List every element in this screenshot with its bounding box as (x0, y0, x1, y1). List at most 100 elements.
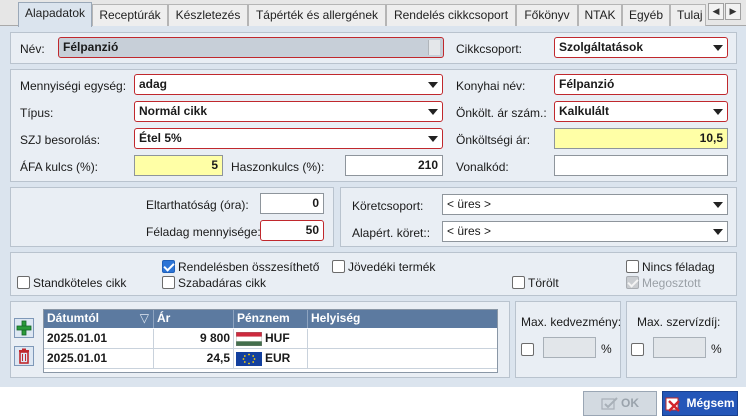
table-row-2-date[interactable]: 2025.01.01 (44, 349, 154, 369)
table-row-1-place[interactable] (308, 329, 497, 349)
deleted-label: Törölt (528, 276, 559, 290)
shared-label: Megosztott (642, 276, 701, 290)
standard-checkbox[interactable] (17, 276, 30, 289)
group-label: Cikkcsoport: (456, 42, 523, 56)
side-group-select[interactable]: < üres > (442, 194, 728, 215)
table-row-1-price[interactable]: 9 800 (154, 329, 234, 349)
col-date-header[interactable]: Dátumtól ▽ (44, 310, 154, 328)
type-label: Típus: (20, 106, 54, 120)
default-side-label: Alapért. köret:: (352, 226, 431, 240)
cancel-label: Mégsem (686, 396, 735, 410)
tab-rendeles-cikkcsoport[interactable]: Rendelés cikkcsoport (386, 4, 516, 26)
excise-checkbox[interactable] (332, 260, 345, 273)
summarize-checkbox[interactable] (162, 260, 175, 273)
chevron-down-icon (713, 229, 723, 235)
vat-label: ÁFA kulcs (%): (20, 160, 99, 174)
cost-price-input[interactable]: 10,5 (554, 128, 728, 149)
portion-qty-input[interactable]: 50 (260, 220, 324, 241)
tab-egyeb[interactable]: Egyéb (622, 4, 670, 26)
name-input[interactable]: Félpanzió (58, 37, 444, 58)
unit-value: adag (139, 77, 168, 91)
no-half-label: Nincs féladag (642, 260, 715, 274)
max-discount-label: Max. kedvezmény: (521, 315, 622, 329)
trash-icon (19, 348, 29, 364)
max-discount-unit: % (601, 342, 612, 356)
tab-alapadatok[interactable]: Alapadatok (18, 2, 92, 27)
tab-ntak[interactable]: NTAK (578, 4, 622, 26)
chevron-down-icon (428, 82, 438, 88)
eu-flag-icon (236, 351, 262, 366)
unit-label: Mennyiségi egység: (20, 79, 127, 93)
cost-calc-select[interactable]: Kalkulált (554, 101, 728, 122)
name-value: Félpanzió (63, 40, 119, 54)
price-grid: Dátumtól ▽ Ár Pénznem Helyiség 2025.01.0… (43, 309, 498, 373)
col-currency-header[interactable]: Pénznem (234, 310, 308, 328)
max-discount-checkbox[interactable] (521, 343, 534, 356)
checkmark-icon (601, 397, 618, 410)
kitchen-name-input[interactable]: Félpanzió (554, 74, 728, 95)
barcode-input[interactable] (554, 155, 728, 176)
chevron-down-icon (713, 45, 723, 51)
delete-price-button[interactable] (14, 346, 34, 366)
tab-next-button[interactable]: ▶ (725, 3, 741, 20)
chevron-right-icon: ▶ (729, 6, 737, 16)
max-service-unit: % (711, 342, 722, 356)
chevron-down-icon (713, 202, 723, 208)
ok-button[interactable]: OK (583, 391, 657, 416)
szj-select[interactable]: Étel 5% (134, 128, 443, 149)
szj-value: Étel 5% (139, 131, 182, 145)
name-input-button[interactable] (428, 40, 440, 55)
currency-code: EUR (265, 351, 291, 365)
max-service-checkbox[interactable] (631, 343, 644, 356)
side-group-label: Köretcsoport: (352, 199, 424, 213)
no-half-checkbox[interactable] (626, 260, 639, 273)
cancel-button[interactable]: Mégsem (662, 391, 738, 416)
table-row-2-place[interactable] (308, 349, 497, 369)
sort-icon: ▽ (139, 311, 149, 325)
plus-icon (16, 320, 32, 336)
margin-input[interactable]: 210 (345, 155, 443, 176)
tab-tulaj[interactable]: Tulaj (670, 4, 706, 26)
vat-input[interactable]: 5 (134, 155, 223, 176)
shelf-life-label: Eltarthatóság (óra): (146, 198, 249, 212)
table-row-2-currency[interactable]: EUR (234, 349, 308, 369)
name-label: Név: (20, 42, 45, 56)
type-select[interactable]: Normál cikk (134, 101, 443, 122)
kitchen-name-label: Konyhai név: (456, 79, 526, 93)
col-place-header[interactable]: Helyiség (308, 310, 497, 328)
margin-label: Haszonkulcs (%): (231, 160, 325, 174)
type-value: Normál cikk (139, 104, 208, 118)
summarize-label: Rendelésben összesíthető (178, 260, 320, 274)
cost-price-label: Önköltségi ár: (456, 133, 531, 147)
tab-prev-button[interactable]: ◀ (708, 3, 724, 20)
table-row-1-date[interactable]: 2025.01.01 (44, 329, 154, 349)
chevron-down-icon (713, 109, 723, 115)
margin-value: 210 (417, 158, 438, 172)
currency-code: HUF (265, 331, 290, 345)
szj-label: SZJ besorolás: (20, 133, 101, 147)
table-row-2-price[interactable]: 24,5 (154, 349, 234, 369)
standard-label: Standköteles cikk (33, 276, 127, 290)
table-row-1-currency[interactable]: HUF (234, 329, 308, 349)
tab-fokonyv[interactable]: Főkönyv (516, 4, 578, 26)
deleted-checkbox[interactable] (512, 276, 525, 289)
col-date-label: Dátumtól (47, 311, 99, 325)
tab-keszletezes[interactable]: Készletezés (168, 4, 248, 26)
free-price-checkbox[interactable] (162, 276, 175, 289)
cancel-icon (665, 397, 681, 412)
hu-flag-icon (235, 331, 263, 347)
shelf-life-input[interactable]: 0 (260, 193, 324, 214)
shelf-life-value: 0 (312, 196, 319, 210)
unit-select[interactable]: adag (134, 74, 443, 95)
shared-checkbox (626, 276, 639, 289)
tab-recepturak[interactable]: Receptúrák (92, 4, 168, 26)
default-side-select[interactable]: < üres > (442, 221, 728, 242)
portion-qty-label: Féladag mennyisége: (146, 225, 261, 239)
barcode-label: Vonalkód: (456, 160, 509, 174)
col-price-header[interactable]: Ár (154, 310, 234, 328)
chevron-left-icon: ◀ (712, 6, 720, 16)
max-service-label: Max. szervízdíj: (637, 315, 721, 329)
tab-taperték[interactable]: Tápérték és allergének (248, 4, 386, 26)
add-price-button[interactable] (14, 318, 34, 338)
group-select[interactable]: Szolgáltatások (554, 37, 728, 58)
